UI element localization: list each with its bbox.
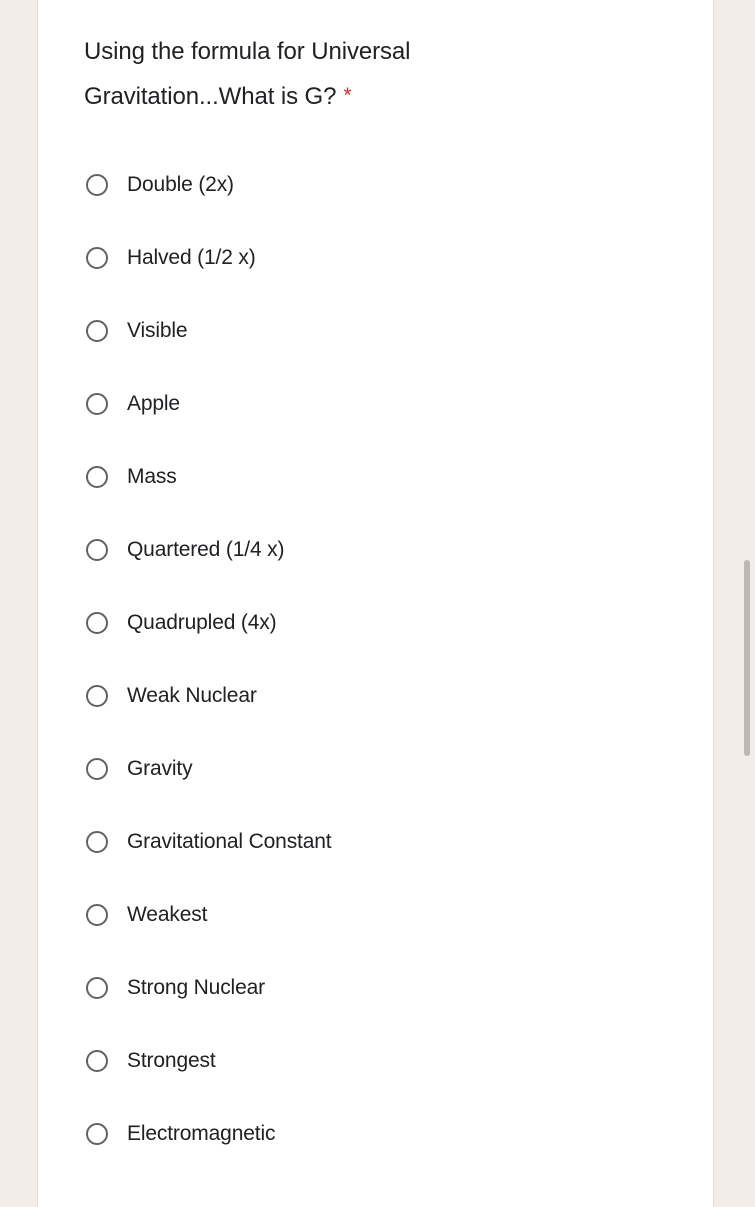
scrollbar-track[interactable] — [740, 0, 755, 1200]
option-row[interactable]: Visible — [38, 294, 713, 367]
radio-button-icon[interactable] — [86, 173, 108, 196]
radio-button-icon[interactable] — [86, 1049, 108, 1072]
option-label: Strongest — [127, 1048, 216, 1072]
option-row[interactable]: Mass — [38, 440, 713, 513]
radio-button-icon[interactable] — [86, 319, 108, 342]
option-row[interactable]: Weakest — [38, 878, 713, 951]
option-row[interactable]: Quadrupled (4x) — [38, 586, 713, 659]
option-row[interactable]: Apple — [38, 367, 713, 440]
option-row[interactable]: Halved (1/2 x) — [38, 221, 713, 294]
option-label: Apple — [127, 391, 180, 415]
radio-button-icon[interactable] — [86, 830, 108, 853]
options-list: Double (2x) Halved (1/2 x) Visible Apple Mas… — [38, 148, 713, 1170]
option-row[interactable]: Strong Nuclear — [38, 951, 713, 1024]
required-asterisk: * — [343, 84, 352, 107]
question-card: Using the formula for Universal Gravitat… — [37, 0, 714, 1207]
option-label: Electromagnetic — [127, 1121, 276, 1145]
option-row[interactable]: Gravitational Constant — [38, 805, 713, 878]
radio-button-icon[interactable] — [86, 684, 108, 707]
radio-button-icon[interactable] — [86, 392, 108, 415]
option-row[interactable]: Electromagnetic — [38, 1097, 713, 1170]
question-title: Using the formula for Universal Gravitat… — [84, 38, 411, 110]
option-label: Weakest — [127, 902, 208, 926]
radio-button-icon[interactable] — [86, 465, 108, 488]
option-row[interactable]: Gravity — [38, 732, 713, 805]
option-label: Gravitational Constant — [127, 829, 332, 853]
radio-button-icon[interactable] — [86, 976, 108, 999]
option-label: Quadrupled (4x) — [127, 610, 277, 634]
option-row[interactable]: Strongest — [38, 1024, 713, 1097]
radio-button-icon[interactable] — [86, 611, 108, 634]
option-label: Strong Nuclear — [127, 975, 265, 999]
option-label: Weak Nuclear — [127, 683, 257, 707]
option-label: Visible — [127, 318, 188, 342]
option-label: Halved (1/2 x) — [127, 245, 256, 269]
scrollbar-thumb[interactable] — [744, 560, 750, 756]
page-background: Using the formula for Universal Gravitat… — [0, 0, 755, 1207]
option-label: Mass — [127, 464, 177, 488]
radio-button-icon[interactable] — [86, 903, 108, 926]
option-label: Gravity — [127, 756, 193, 780]
option-label: Double (2x) — [127, 172, 234, 196]
option-row[interactable]: Weak Nuclear — [38, 659, 713, 732]
radio-button-icon[interactable] — [86, 538, 108, 561]
question-header: Using the formula for Universal Gravitat… — [84, 30, 514, 119]
radio-button-icon[interactable] — [86, 1122, 108, 1145]
option-row[interactable]: Quartered (1/4 x) — [38, 513, 713, 586]
option-row[interactable]: Double (2x) — [38, 148, 713, 221]
radio-button-icon[interactable] — [86, 246, 108, 269]
option-label: Quartered (1/4 x) — [127, 537, 285, 561]
radio-button-icon[interactable] — [86, 757, 108, 780]
